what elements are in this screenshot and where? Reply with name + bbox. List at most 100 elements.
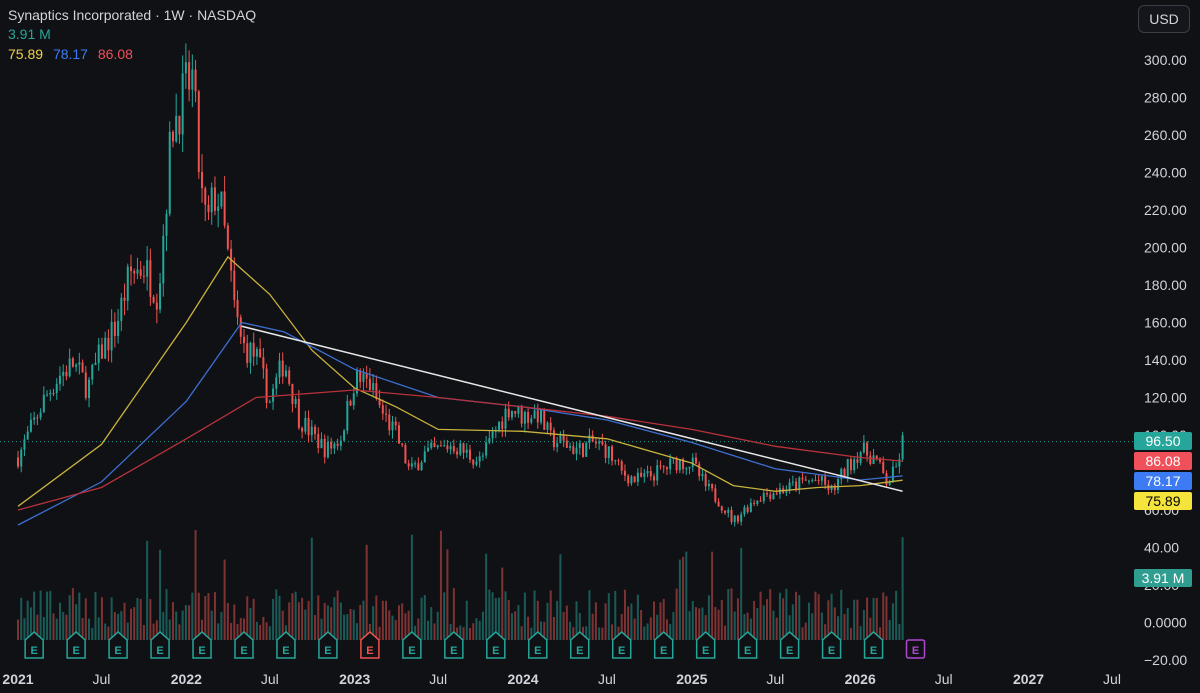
volume-bar: [220, 612, 223, 640]
volume-bar: [565, 605, 568, 640]
volume-bar: [504, 591, 507, 640]
volume-bar: [501, 567, 504, 640]
candle-body: [68, 358, 71, 377]
volume-bar: [136, 597, 139, 640]
candle-body: [620, 461, 623, 471]
volume-bar: [39, 590, 42, 640]
candle-body: [126, 266, 129, 301]
candle-body: [675, 458, 678, 471]
candle-body: [388, 414, 391, 431]
volume-bar: [16, 619, 20, 640]
candle-body: [307, 417, 310, 436]
volume-bar: [694, 607, 697, 640]
candle-body: [394, 421, 397, 426]
volume-bar: [546, 602, 549, 640]
candle-body: [565, 440, 568, 448]
candle-body: [552, 430, 555, 448]
volume-bar: [439, 530, 442, 640]
candle-body: [514, 411, 517, 414]
volume-bar: [736, 598, 739, 640]
candle-body: [168, 131, 171, 214]
candle-body: [265, 368, 268, 403]
candle-body: [107, 337, 110, 351]
price-chart[interactable]: E E E E E E E E E E E E E E E E E E E E E E 300.00 280.00 260.0…: [0, 0, 1200, 693]
candle-body: [601, 441, 604, 445]
volume-bar: [643, 626, 646, 640]
candle-body: [724, 510, 727, 513]
candle-body: [688, 466, 691, 469]
candle-body: [201, 171, 204, 189]
candle-body: [100, 344, 103, 359]
candle-body: [701, 474, 704, 477]
candle-body: [120, 297, 123, 321]
candle-body: [152, 296, 155, 303]
volume-bar: [404, 613, 407, 640]
candle-body: [540, 409, 543, 423]
trendline-layer: [241, 325, 903, 492]
earnings-marker-label: E: [744, 645, 751, 657]
volume-bar: [562, 611, 565, 640]
candle-body: [533, 410, 536, 419]
volume-bar: [475, 618, 478, 640]
volume-bar: [365, 544, 368, 640]
volume-bar: [427, 620, 430, 640]
candle-body: [678, 459, 681, 471]
x-tick-label: 2023: [339, 671, 370, 687]
candle-body: [113, 321, 116, 336]
candle-body: [78, 362, 81, 365]
ma-legend-red: 86.08: [97, 46, 133, 62]
candle-body: [901, 435, 904, 460]
volume-bar: [507, 600, 510, 640]
candle-body: [62, 371, 65, 376]
candle-body: [26, 431, 29, 440]
volume-bar: [91, 627, 94, 640]
volume-bar: [891, 603, 894, 640]
volume-bar: [259, 624, 262, 640]
x-tick-label: 2021: [2, 671, 33, 687]
candle-body: [698, 463, 701, 477]
candle-body: [481, 455, 484, 457]
candle-body: [284, 370, 287, 377]
volume-bar: [811, 613, 814, 640]
volume-bar: [420, 597, 423, 640]
candle-body: [272, 388, 275, 402]
candle-body: [501, 421, 504, 429]
candle-body: [310, 426, 313, 436]
volume-bar: [762, 605, 765, 640]
volume-bar: [630, 603, 633, 640]
volume-bar: [672, 611, 675, 640]
y-tick-label: −20.00: [1144, 652, 1187, 668]
volume-bar: [275, 589, 278, 640]
earnings-marker-label: E: [618, 645, 625, 657]
currency-button[interactable]: USD: [1138, 5, 1190, 33]
volume-bar: [756, 608, 759, 640]
candle-body: [159, 283, 162, 310]
candle-body: [368, 378, 371, 391]
volume-bar: [446, 549, 449, 640]
volume-bar: [646, 623, 649, 640]
volume-bar: [730, 588, 733, 640]
candle-body: [530, 418, 533, 423]
volume-bar: [233, 604, 236, 640]
candle-body: [640, 472, 643, 477]
symbol-title[interactable]: Synaptics Incorporated · 1W · NASDAQ: [8, 7, 256, 23]
volume-bar: [636, 594, 639, 640]
candle-body: [71, 358, 74, 367]
volume-bar: [720, 600, 723, 640]
volume-bar: [397, 605, 400, 640]
volume-bar: [527, 616, 530, 640]
candle-body: [291, 383, 294, 404]
x-tick-label: 2025: [676, 671, 707, 687]
volume-bar: [807, 602, 810, 640]
candle-body: [769, 494, 772, 500]
volume-bar: [594, 602, 597, 640]
candle-body: [885, 473, 888, 485]
volume-bar: [856, 599, 859, 640]
volume-bar: [804, 622, 807, 640]
candle-body: [123, 297, 126, 301]
volume-bar: [184, 605, 187, 640]
candle-body: [665, 467, 668, 470]
volume-bar: [556, 600, 559, 640]
volume-bar: [194, 530, 197, 640]
earnings-marker-label: E: [534, 645, 541, 657]
